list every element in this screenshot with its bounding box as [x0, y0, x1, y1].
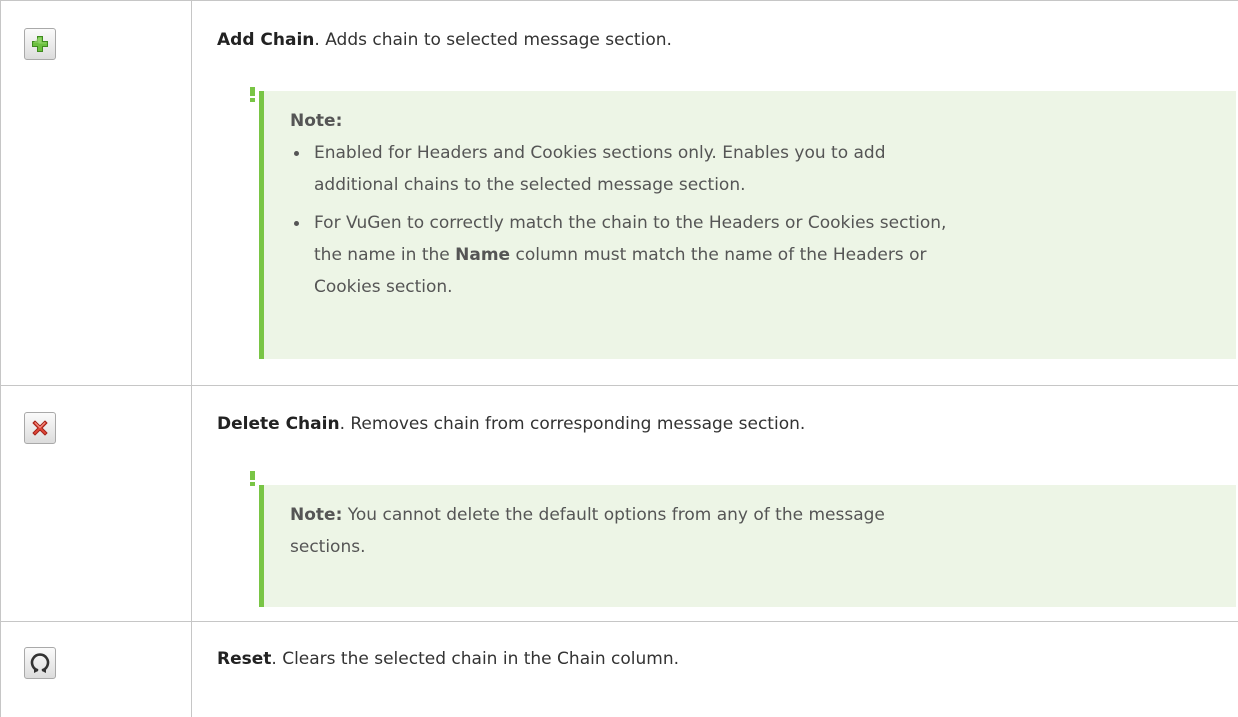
column-divider: [191, 0, 192, 717]
note-paragraph: Note: You cannot delete the default opti…: [290, 499, 1236, 563]
add-chain-note: Note: Enabled for Headers and Cookies se…: [259, 91, 1236, 359]
note-line-pre: the name in the: [314, 245, 456, 265]
row-divider: [0, 385, 1238, 386]
list-item: For VuGen to correctly match the chain t…: [290, 207, 1236, 303]
note-line: You cannot delete the default options fr…: [342, 505, 885, 525]
delete-chain-button[interactable]: [24, 412, 56, 444]
delete-chain-note: Note: You cannot delete the default opti…: [259, 485, 1236, 607]
reset-icon: [30, 653, 50, 673]
reset-description: Reset. Clears the selected chain in the …: [217, 648, 679, 670]
row-divider: [0, 0, 1238, 1]
name-column-label: Name: [455, 245, 511, 265]
add-chain-text: . Adds chain to selected message section…: [314, 30, 672, 50]
delete-chain-title: Delete Chain: [217, 414, 340, 434]
note-line: For VuGen to correctly match the chain t…: [314, 213, 947, 233]
add-chain-button[interactable]: [24, 28, 56, 60]
reset-title: Reset: [217, 649, 272, 669]
note-line: sections.: [290, 537, 366, 557]
add-chain-icon: [32, 36, 48, 52]
options-table: Add Chain. Adds chain to selected messag…: [0, 0, 1238, 717]
note-list: Enabled for Headers and Cookies sections…: [290, 137, 1236, 303]
note-title: Note:: [290, 111, 343, 131]
note-title: Note:: [290, 505, 343, 525]
note-marker: [250, 471, 255, 486]
note-line: additional chains to the selected messag…: [314, 175, 746, 195]
note-marker: [250, 87, 255, 102]
delete-chain-description: Delete Chain. Removes chain from corresp…: [217, 413, 805, 435]
note-line-post: column must match the name of the Header…: [510, 245, 927, 265]
reset-text: . Clears the selected chain in the Chain…: [271, 649, 679, 669]
add-chain-title: Add Chain: [217, 30, 315, 50]
delete-chain-icon: [32, 420, 48, 436]
add-chain-description: Add Chain. Adds chain to selected messag…: [217, 29, 672, 51]
row-divider: [0, 621, 1238, 622]
list-item: Enabled for Headers and Cookies sections…: [290, 137, 1236, 201]
note-line: Cookies section.: [314, 277, 453, 297]
delete-chain-text: . Removes chain from corresponding messa…: [339, 414, 806, 434]
reset-button[interactable]: [24, 647, 56, 679]
note-line: Enabled for Headers and Cookies sections…: [314, 143, 886, 163]
column-divider: [0, 0, 1, 717]
